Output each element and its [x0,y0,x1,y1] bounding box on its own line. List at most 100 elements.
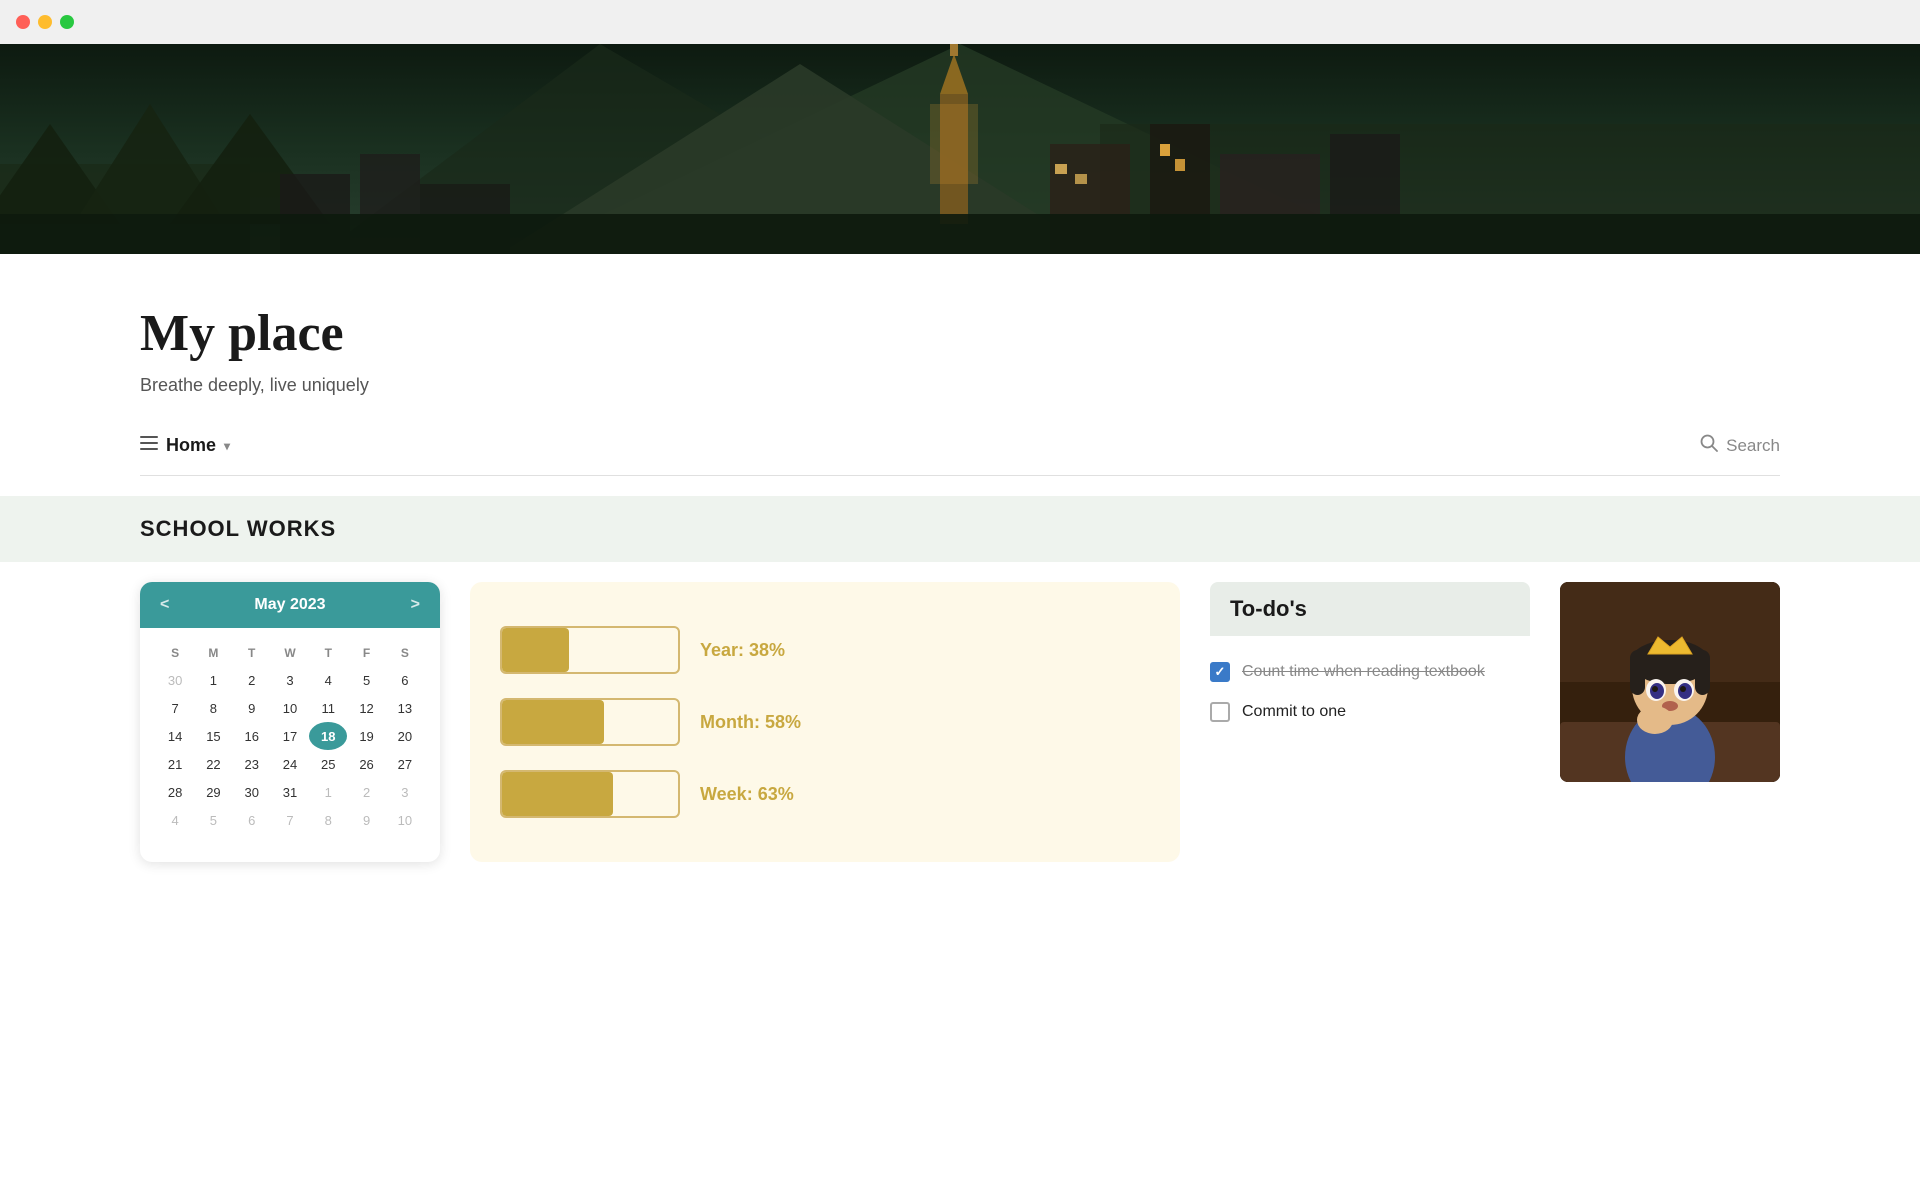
calendar-next-button[interactable]: > [411,596,420,614]
day-header-sat: S [386,640,424,666]
calendar-week-5: 28 29 30 31 1 2 3 [156,778,424,806]
search-label: Search [1726,436,1780,456]
cal-day[interactable]: 11 [309,694,347,722]
cal-day[interactable]: 24 [271,750,309,778]
cal-day[interactable]: 13 [386,694,424,722]
todo-widget: To-do's Count time when reading textbook… [1210,582,1530,862]
calendar-prev-button[interactable]: < [160,596,169,614]
todo-item-1: Count time when reading textbook [1210,652,1530,692]
day-header-thu: T [309,640,347,666]
cal-day[interactable]: 14 [156,722,194,750]
cal-day[interactable]: 8 [194,694,232,722]
cal-day[interactable]: 10 [386,806,424,834]
progress-month: Month: 58% [500,698,1150,746]
cal-day[interactable]: 7 [271,806,309,834]
cal-day[interactable]: 26 [347,750,385,778]
cal-day[interactable]: 9 [233,694,271,722]
cal-day[interactable]: 29 [194,778,232,806]
cal-day[interactable]: 6 [386,666,424,694]
day-header-wed: W [271,640,309,666]
section-title: SCHOOL WORKS [140,516,336,541]
year-progress-label: Year: 38% [700,640,785,661]
cal-day[interactable]: 7 [156,694,194,722]
calendar-month-year: May 2023 [254,596,325,614]
nav-bar: Home ▾ Search [140,416,1780,476]
home-nav[interactable]: Home ▾ [140,435,230,456]
cal-day[interactable]: 25 [309,750,347,778]
day-header-mon: M [194,640,232,666]
todo-checkbox-1[interactable] [1210,662,1230,682]
day-header-sun: S [156,640,194,666]
hero-banner [0,44,1920,254]
cal-day[interactable]: 4 [156,806,194,834]
calendar-grid: S M T W T F S 30 1 2 3 4 5 6 [140,628,440,846]
cal-day[interactable]: 5 [194,806,232,834]
todo-title: To-do's [1230,596,1307,621]
cal-day[interactable]: 10 [271,694,309,722]
year-progress-bar [500,626,680,674]
week-progress-bar [500,770,680,818]
month-progress-fill [502,700,604,744]
calendar-week-6: 4 5 6 7 8 9 10 [156,806,424,834]
calendar-widget: < May 2023 > S M T W T F S 30 1 [140,582,440,862]
main-grid: < May 2023 > S M T W T F S 30 1 [140,582,1780,902]
image-widget [1560,582,1780,782]
calendar-day-headers: S M T W T F S [156,640,424,666]
calendar-week-3: 14 15 16 17 18 19 20 [156,722,424,750]
cal-day[interactable]: 12 [347,694,385,722]
cal-day[interactable]: 22 [194,750,232,778]
cal-day[interactable]: 2 [233,666,271,694]
cal-day[interactable]: 6 [233,806,271,834]
todo-header: To-do's [1210,582,1530,636]
cal-day[interactable]: 1 [309,778,347,806]
year-progress-fill [502,628,569,672]
page-title-section: My place Breathe deeply, live uniquely [140,254,1780,416]
title-bar [0,0,1920,44]
chevron-down-icon: ▾ [224,439,230,453]
cal-day[interactable]: 15 [194,722,232,750]
maximize-button[interactable] [60,15,74,29]
cal-day[interactable]: 20 [386,722,424,750]
search-icon [1700,434,1718,457]
calendar-header: < May 2023 > [140,582,440,628]
week-progress-label: Week: 63% [700,784,794,805]
cal-day[interactable]: 4 [309,666,347,694]
cal-day[interactable]: 19 [347,722,385,750]
cal-day[interactable]: 2 [347,778,385,806]
progress-widget: Year: 38% Month: 58% Week: 63% [470,582,1180,862]
minimize-button[interactable] [38,15,52,29]
month-progress-bar [500,698,680,746]
progress-year: Year: 38% [500,626,1150,674]
cal-day[interactable]: 28 [156,778,194,806]
week-progress-fill [502,772,613,816]
search-nav[interactable]: Search [1700,434,1780,457]
cal-day[interactable]: 21 [156,750,194,778]
cal-day[interactable]: 1 [194,666,232,694]
month-progress-label: Month: 58% [700,712,801,733]
cal-day-today[interactable]: 18 [309,722,347,750]
cal-day[interactable]: 16 [233,722,271,750]
day-header-tue: T [233,640,271,666]
todo-checkbox-2[interactable] [1210,702,1230,722]
calendar-week-2: 7 8 9 10 11 12 13 [156,694,424,722]
hamburger-icon [140,436,158,455]
cal-day[interactable]: 3 [271,666,309,694]
cal-day[interactable]: 30 [156,666,194,694]
cal-day[interactable]: 3 [386,778,424,806]
school-works-section-header: SCHOOL WORKS [0,496,1920,562]
home-label: Home [166,435,216,456]
cal-day[interactable]: 31 [271,778,309,806]
cal-day[interactable]: 27 [386,750,424,778]
progress-week: Week: 63% [500,770,1150,818]
cal-day[interactable]: 30 [233,778,271,806]
cal-day[interactable]: 5 [347,666,385,694]
anime-character-image [1560,582,1780,782]
day-header-fri: F [347,640,385,666]
cal-day[interactable]: 9 [347,806,385,834]
cal-day[interactable]: 23 [233,750,271,778]
cal-day[interactable]: 17 [271,722,309,750]
close-button[interactable] [16,15,30,29]
cal-day[interactable]: 8 [309,806,347,834]
calendar-week-1: 30 1 2 3 4 5 6 [156,666,424,694]
calendar-week-4: 21 22 23 24 25 26 27 [156,750,424,778]
